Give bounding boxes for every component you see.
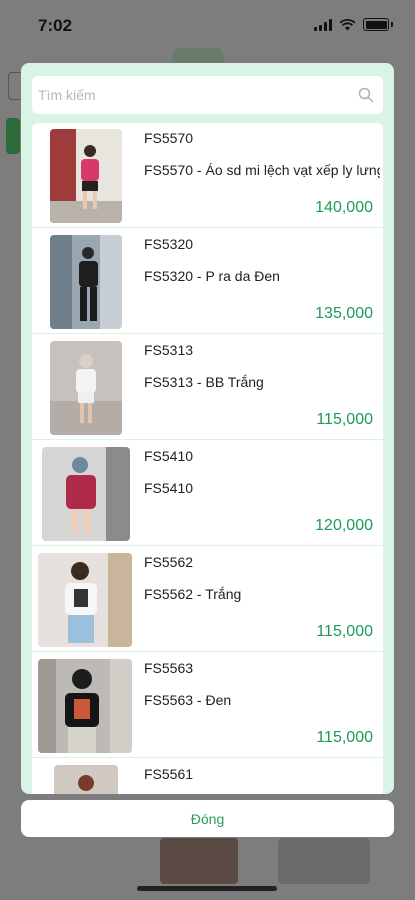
status-icons	[314, 18, 393, 31]
product-name: FS5563 - Đen	[144, 692, 232, 708]
close-button[interactable]: Đóng	[21, 800, 394, 837]
product-row[interactable]: FS5562 FS5562 - Trắng 115,000	[32, 547, 383, 652]
product-list[interactable]: FS5570 FS5570 - Áo sd mi lệch vạt xếp ly…	[32, 123, 383, 794]
background-thumbnail	[160, 838, 238, 884]
product-code: FS5313	[144, 342, 194, 358]
product-image	[50, 129, 122, 223]
status-time: 7:02	[38, 16, 73, 35]
product-price: 115,000	[316, 729, 373, 746]
product-code: FS5563	[144, 660, 194, 676]
product-row[interactable]: FS5313 FS5313 - BB Trắng 115,000	[32, 335, 383, 440]
product-name: FS5570 - Áo sd mi lệch vạt xếp ly lưng	[144, 162, 380, 178]
product-row[interactable]: FS5563 FS5563 - Đen 115,000	[32, 653, 383, 758]
product-name: FS5562 - Trắng	[144, 586, 242, 602]
search-box	[32, 76, 383, 114]
search-icon[interactable]	[358, 87, 374, 103]
cellular-signal-icon	[314, 18, 332, 31]
product-price: 115,000	[316, 623, 373, 640]
product-code: FS5320	[144, 236, 194, 252]
product-name: FS5313 - BB Trắng	[144, 374, 264, 390]
battery-tip	[391, 22, 393, 27]
product-name: FS5410	[144, 480, 194, 496]
product-image	[38, 659, 132, 753]
product-code: FS5570	[144, 130, 194, 146]
product-row[interactable]: FS5410 FS5410 120,000	[32, 441, 383, 546]
product-code: FS5562	[144, 554, 194, 570]
product-name: FS5320 - P ra da Đen	[144, 268, 280, 284]
product-code: FS5561	[144, 766, 194, 782]
product-image	[54, 765, 118, 794]
home-indicator	[137, 886, 277, 891]
wifi-icon	[339, 18, 356, 30]
background-sidebar-active	[6, 118, 20, 154]
product-price: 135,000	[315, 305, 373, 322]
product-price: 120,000	[315, 517, 373, 534]
product-row[interactable]: FS5320 FS5320 - P ra da Đen 135,000	[32, 229, 383, 334]
product-code: FS5410	[144, 448, 194, 464]
product-price: 115,000	[316, 411, 373, 428]
background-thumbnail	[278, 838, 370, 884]
product-picker-modal: FS5570 FS5570 - Áo sd mi lệch vạt xếp ly…	[21, 63, 394, 794]
product-image	[42, 447, 130, 541]
product-price: 140,000	[315, 199, 373, 216]
product-image	[38, 553, 132, 647]
status-bar: 7:02	[0, 0, 415, 52]
product-image	[50, 235, 122, 329]
search-input[interactable]	[32, 76, 358, 114]
battery-icon	[363, 18, 389, 31]
product-row[interactable]: FS5570 FS5570 - Áo sd mi lệch vạt xếp ly…	[32, 123, 383, 228]
product-row[interactable]: FS5561	[32, 759, 383, 794]
product-image	[50, 341, 122, 435]
